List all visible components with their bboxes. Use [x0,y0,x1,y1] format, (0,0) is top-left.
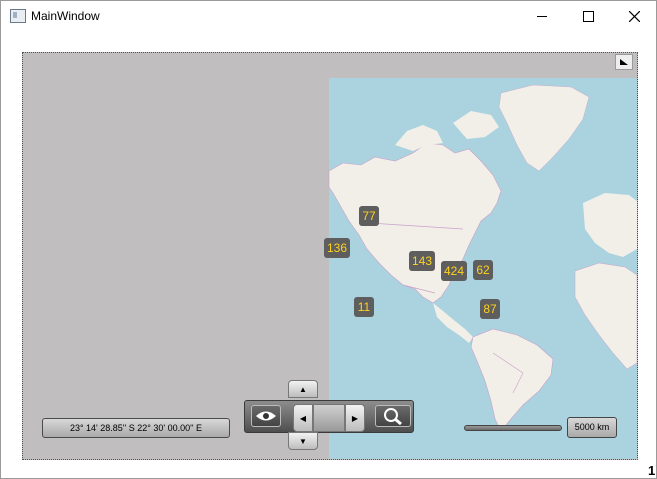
cluster-marker[interactable]: 77 [359,206,379,226]
cluster-marker[interactable]: 136 [324,238,351,258]
page-number: 1 [648,463,656,478]
pan-up-button[interactable]: ▲ [288,380,318,398]
zoom-button[interactable] [375,405,411,427]
app-icon [10,9,26,23]
cluster-marker[interactable]: 143 [409,251,436,271]
magnifier-icon [384,408,402,425]
navigation-control: ▲ ◀ ▶ ▼ [244,380,414,452]
cluster-marker[interactable]: 11 [354,297,374,317]
map-view[interactable]: 77 136 143 424 62 11 87 23° 14' 28.85'' … [22,52,638,460]
navigation-bar: ◀ ▶ [244,400,414,433]
maximize-button[interactable] [565,1,611,31]
minimize-icon [537,15,547,17]
maximize-icon [582,10,594,22]
corner-triangle-icon [620,59,628,65]
view-button[interactable] [251,405,281,427]
cluster-marker[interactable]: 424 [441,261,468,281]
close-button[interactable] [611,1,657,31]
coordinates-display: 23° 14' 28.85'' S 22° 30' 00.00'' E [42,418,230,438]
cluster-marker[interactable]: 87 [480,299,500,319]
pan-down-button[interactable]: ▼ [288,432,318,450]
arrow-down-icon: ▼ [299,436,307,446]
pan-center-button[interactable] [313,404,345,432]
cluster-marker[interactable]: 62 [473,260,493,280]
close-icon [628,10,640,22]
arrow-left-icon: ◀ [299,413,307,423]
pan-right-button[interactable]: ▶ [345,404,365,432]
window-title: MainWindow [31,9,100,23]
arrow-up-icon: ▲ [299,384,307,394]
minimize-button[interactable] [519,1,565,31]
title-bar[interactable]: MainWindow [1,1,656,31]
eye-icon [256,411,276,421]
map-options-button[interactable] [615,54,633,70]
scale-label: 5000 km [567,417,617,438]
scale-bar [464,425,562,431]
main-window: MainWindow 77 136 143 424 62 11 87 23° 1… [0,0,657,479]
arrow-right-icon: ▶ [351,413,359,423]
pan-left-button[interactable]: ◀ [293,404,313,432]
